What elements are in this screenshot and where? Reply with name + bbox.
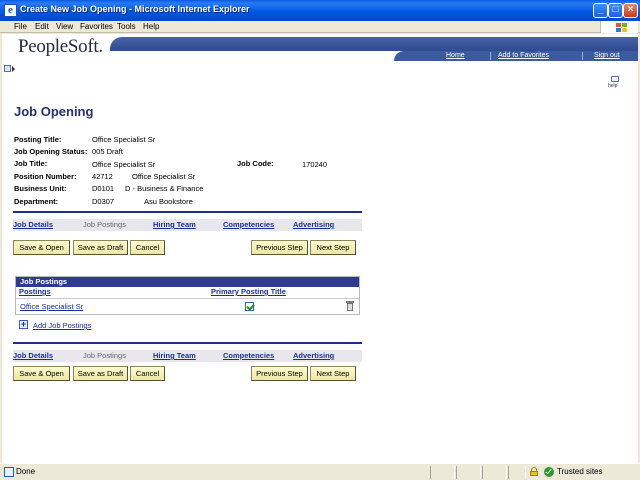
zone-text: Trusted sites bbox=[557, 467, 603, 476]
trusted-zone-icon bbox=[544, 467, 554, 477]
header-nav: Home Add to Favorites Sign out bbox=[394, 51, 638, 61]
status-pane bbox=[482, 466, 507, 479]
business-unit-description: D - Business & Finance bbox=[125, 184, 204, 193]
status-text: Done bbox=[16, 467, 36, 476]
job-title-label: Job Title: bbox=[14, 159, 48, 168]
lock-icon bbox=[530, 467, 538, 476]
menu-help[interactable]: Help bbox=[143, 21, 159, 33]
save-draft-button[interactable]: Save as Draft bbox=[73, 366, 128, 381]
position-number-value: 42712 bbox=[92, 172, 113, 181]
tab-job-details[interactable]: Job Details bbox=[13, 219, 53, 231]
grid-title: Job Postings bbox=[16, 277, 359, 287]
windows-logo-icon bbox=[600, 21, 638, 33]
maximize-button[interactable]: □ bbox=[608, 3, 623, 18]
next-step-button[interactable]: Next Step bbox=[310, 240, 356, 255]
menu-bar: File Edit View Favorites Tools Help bbox=[0, 21, 640, 33]
status-pane bbox=[508, 466, 526, 479]
header-band bbox=[110, 37, 638, 51]
tab-hiring-team[interactable]: Hiring Team bbox=[153, 350, 196, 362]
help-icon[interactable]: help bbox=[608, 76, 622, 90]
job-title-value: Office Specialist Sr bbox=[92, 160, 156, 169]
page-title: Job Opening bbox=[14, 104, 94, 119]
cancel-button[interactable]: Cancel bbox=[130, 366, 165, 381]
tab-job-postings-current: Job Postings bbox=[83, 220, 126, 229]
menu-view[interactable]: View bbox=[56, 21, 73, 33]
job-code-value: 170240 bbox=[302, 160, 328, 169]
section-divider bbox=[13, 342, 362, 344]
browser-content: PeopleSoft. Home Add to Favorites Sign o… bbox=[2, 34, 638, 463]
grid-column-headers: Postings Primary Posting Title bbox=[16, 287, 359, 297]
minimize-button[interactable]: _ bbox=[593, 3, 608, 18]
nav-sign-out[interactable]: Sign out bbox=[594, 51, 620, 61]
step-tabs-bottom: Job Details Job Postings Hiring Team Com… bbox=[13, 350, 362, 362]
add-job-postings-link[interactable]: Add Job Postings bbox=[33, 321, 91, 330]
step-tabs-top: Job Details Job Postings Hiring Team Com… bbox=[13, 219, 362, 231]
column-primary-posting-title[interactable]: Primary Posting Title bbox=[211, 287, 286, 297]
status-pane bbox=[456, 466, 481, 479]
posting-link[interactable]: Office Specialist Sr bbox=[20, 302, 83, 311]
department-description: Asu Bookstore bbox=[144, 197, 193, 206]
menu-edit[interactable]: Edit bbox=[35, 21, 49, 33]
nav-separator bbox=[490, 52, 491, 60]
tab-competencies[interactable]: Competencies bbox=[223, 350, 274, 362]
status-value: 005 Draft bbox=[92, 147, 123, 156]
add-plus-icon[interactable]: + bbox=[19, 320, 28, 329]
cancel-button[interactable]: Cancel bbox=[130, 240, 165, 255]
department-label: Department: bbox=[14, 197, 59, 206]
peoplesoft-header: PeopleSoft. Home Add to Favorites Sign o… bbox=[2, 34, 638, 62]
delete-row-icon[interactable] bbox=[346, 301, 354, 312]
tab-hiring-team[interactable]: Hiring Team bbox=[153, 219, 196, 231]
window-titlebar: e Create New Job Opening - Microsoft Int… bbox=[0, 0, 640, 21]
close-button[interactable]: × bbox=[623, 3, 638, 18]
menu-favorites[interactable]: Favorites bbox=[80, 21, 113, 33]
tab-competencies[interactable]: Competencies bbox=[223, 219, 274, 231]
peoplesoft-logo: PeopleSoft. bbox=[18, 36, 103, 57]
previous-step-button[interactable]: Previous Step bbox=[251, 240, 308, 255]
business-unit-code: D0101 bbox=[92, 184, 115, 193]
table-row: Office Specialist Sr bbox=[16, 298, 359, 314]
page-done-icon bbox=[4, 467, 14, 477]
posting-title-value: Office Specialist Sr bbox=[92, 135, 156, 144]
window-title: Create New Job Opening - Microsoft Inter… bbox=[20, 4, 250, 14]
position-number-label: Position Number: bbox=[14, 172, 77, 181]
tab-job-details[interactable]: Job Details bbox=[13, 350, 53, 362]
department-code: D0307 bbox=[92, 197, 115, 206]
tab-advertising[interactable]: Advertising bbox=[293, 350, 334, 362]
save-draft-button[interactable]: Save as Draft bbox=[73, 240, 128, 255]
menu-file[interactable]: File bbox=[14, 21, 27, 33]
job-code-label: Job Code: bbox=[237, 159, 274, 168]
status-bar: Done Trusted sites bbox=[0, 463, 640, 480]
tab-job-postings-current: Job Postings bbox=[83, 351, 126, 360]
business-unit-label: Business Unit: bbox=[14, 184, 67, 193]
primary-posting-checkbox[interactable] bbox=[245, 302, 254, 311]
ie-app-icon[interactable]: e bbox=[4, 4, 17, 17]
nav-add-to-favorites[interactable]: Add to Favorites bbox=[498, 51, 549, 61]
save-open-button[interactable]: Save & Open bbox=[13, 240, 70, 255]
status-pane bbox=[430, 466, 455, 479]
section-divider bbox=[13, 211, 362, 213]
job-postings-grid: Job Postings Postings Primary Posting Ti… bbox=[15, 276, 360, 315]
position-description: Office Specialist Sr bbox=[132, 172, 196, 181]
nav-separator bbox=[582, 52, 583, 60]
next-step-button[interactable]: Next Step bbox=[310, 366, 356, 381]
status-label: Job Opening Status: bbox=[14, 147, 88, 156]
save-open-button[interactable]: Save & Open bbox=[13, 366, 70, 381]
posting-title-label: Posting Title: bbox=[14, 135, 62, 144]
tab-advertising[interactable]: Advertising bbox=[293, 219, 334, 231]
menu-toggle-icon[interactable] bbox=[4, 65, 15, 73]
previous-step-button[interactable]: Previous Step bbox=[251, 366, 308, 381]
nav-home[interactable]: Home bbox=[446, 51, 465, 61]
menu-tools[interactable]: Tools bbox=[117, 21, 136, 33]
column-postings[interactable]: Postings bbox=[19, 287, 51, 297]
